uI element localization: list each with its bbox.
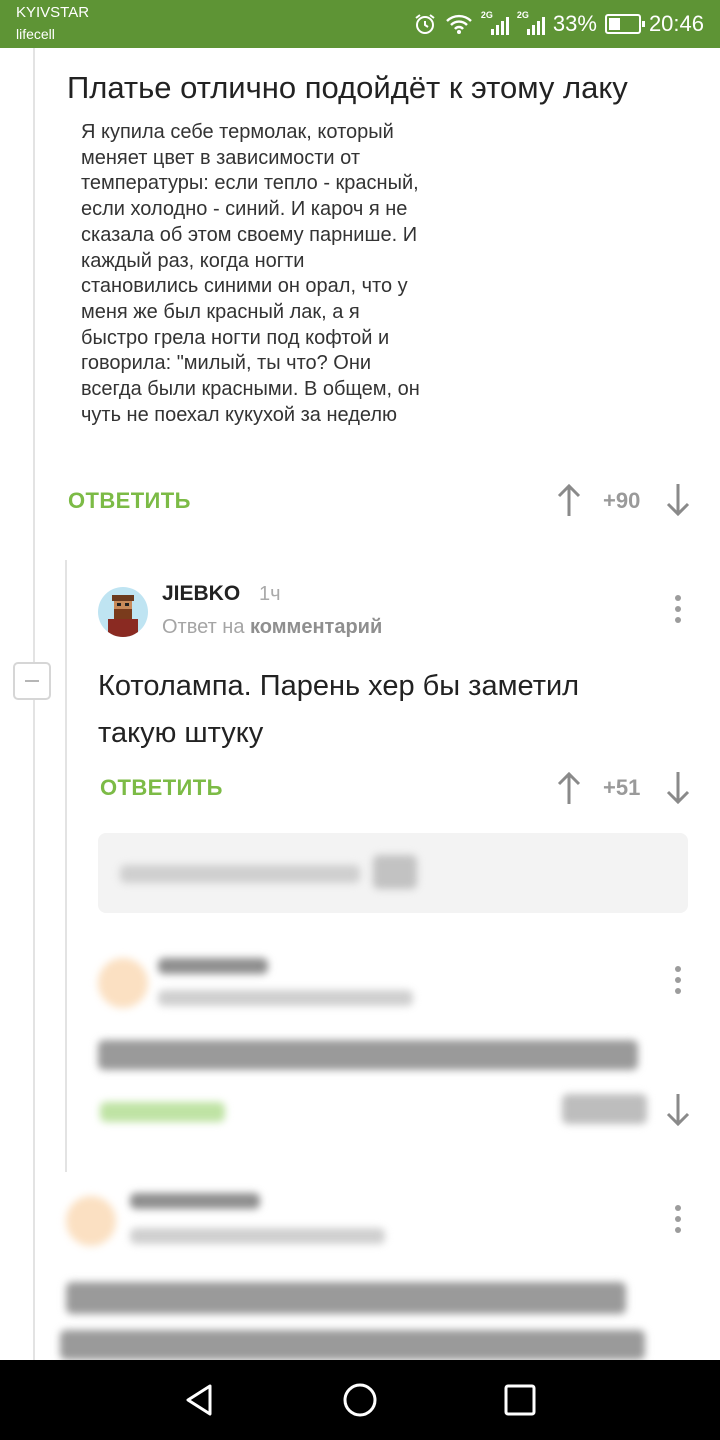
clock: 20:46: [648, 11, 704, 36]
downvote-icon[interactable]: [665, 1093, 691, 1127]
comment-text-line: такую штуку: [98, 717, 264, 749]
blurred-reply-to: [130, 1228, 385, 1244]
blurred-comment-text: [60, 1330, 645, 1360]
comment-time: 1ч: [259, 583, 281, 605]
carrier-name-secondary: lifecell: [16, 26, 55, 42]
comment-text-line: Котолампа. Парень хер бы заметил: [98, 670, 580, 702]
rating-score: +90: [603, 488, 641, 513]
reply-to-link[interactable]: комментарий: [250, 616, 382, 638]
comment-image[interactable]: Я купила себе термолак, который меняет ц…: [68, 108, 430, 468]
blurred-username: [158, 958, 268, 974]
avatar[interactable]: [98, 587, 148, 637]
more-options-icon[interactable]: [672, 964, 684, 996]
alarm-icon: [415, 14, 435, 34]
home-icon[interactable]: [340, 1380, 380, 1420]
carrier-name-primary: KYIVSTAR: [16, 4, 90, 21]
battery-icon: [604, 14, 645, 34]
more-options-icon[interactable]: [672, 1203, 684, 1235]
blurred-comment-text: [98, 1040, 638, 1070]
comment-thread-line: [65, 560, 67, 1172]
blurred-reply-to: [158, 990, 413, 1006]
network-type-label: 2G: [516, 10, 529, 20]
upvote-icon[interactable]: [556, 483, 582, 517]
system-nav-bar: [0, 1360, 720, 1440]
blurred-score: [562, 1094, 647, 1124]
collapse-thread-button[interactable]: [13, 662, 51, 700]
comment-title: Платье отлично подойдёт к этому лаку: [67, 70, 628, 105]
blurred-username: [130, 1193, 260, 1209]
image-text: Я купила себе термолак, который меняет ц…: [81, 121, 420, 426]
more-options-icon[interactable]: [672, 593, 684, 625]
downvote-icon[interactable]: [665, 483, 691, 517]
reply-button[interactable]: ОТВЕТИТЬ: [100, 775, 223, 801]
avatar[interactable]: [66, 1196, 116, 1246]
hidden-comments-bar[interactable]: [98, 833, 688, 913]
network-type-label: 2G: [480, 10, 493, 20]
reply-to-label: Ответ на комментарий: [162, 616, 382, 639]
recents-icon[interactable]: [500, 1380, 540, 1420]
wifi-icon: [446, 14, 472, 34]
reply-to-prefix: Ответ на: [162, 616, 245, 638]
back-icon[interactable]: [180, 1380, 220, 1420]
reply-button[interactable]: ОТВЕТИТЬ: [68, 488, 191, 514]
downvote-icon[interactable]: [665, 771, 691, 805]
comment-username[interactable]: JIEBKO: [162, 582, 240, 606]
status-icons: 2G 2G 33% 20:46: [413, 8, 704, 40]
avatar[interactable]: [98, 958, 148, 1008]
comment-thread-line: [33, 48, 35, 1360]
rating-score: +51: [603, 775, 641, 800]
battery-percent: 33%: [552, 11, 597, 36]
avatar-image: [98, 587, 148, 637]
upvote-icon[interactable]: [556, 771, 582, 805]
comment-text: Котолампа. Парень хер бы заметил такую ш…: [98, 663, 579, 757]
blurred-reply-button: [100, 1102, 225, 1122]
signal-icon: 2G: [516, 10, 545, 35]
signal-icon: 2G: [480, 10, 509, 35]
blurred-comment-text: [66, 1282, 626, 1314]
status-bar: KYIVSTAR lifecell 2G 2G 33% 20:46: [0, 0, 720, 48]
